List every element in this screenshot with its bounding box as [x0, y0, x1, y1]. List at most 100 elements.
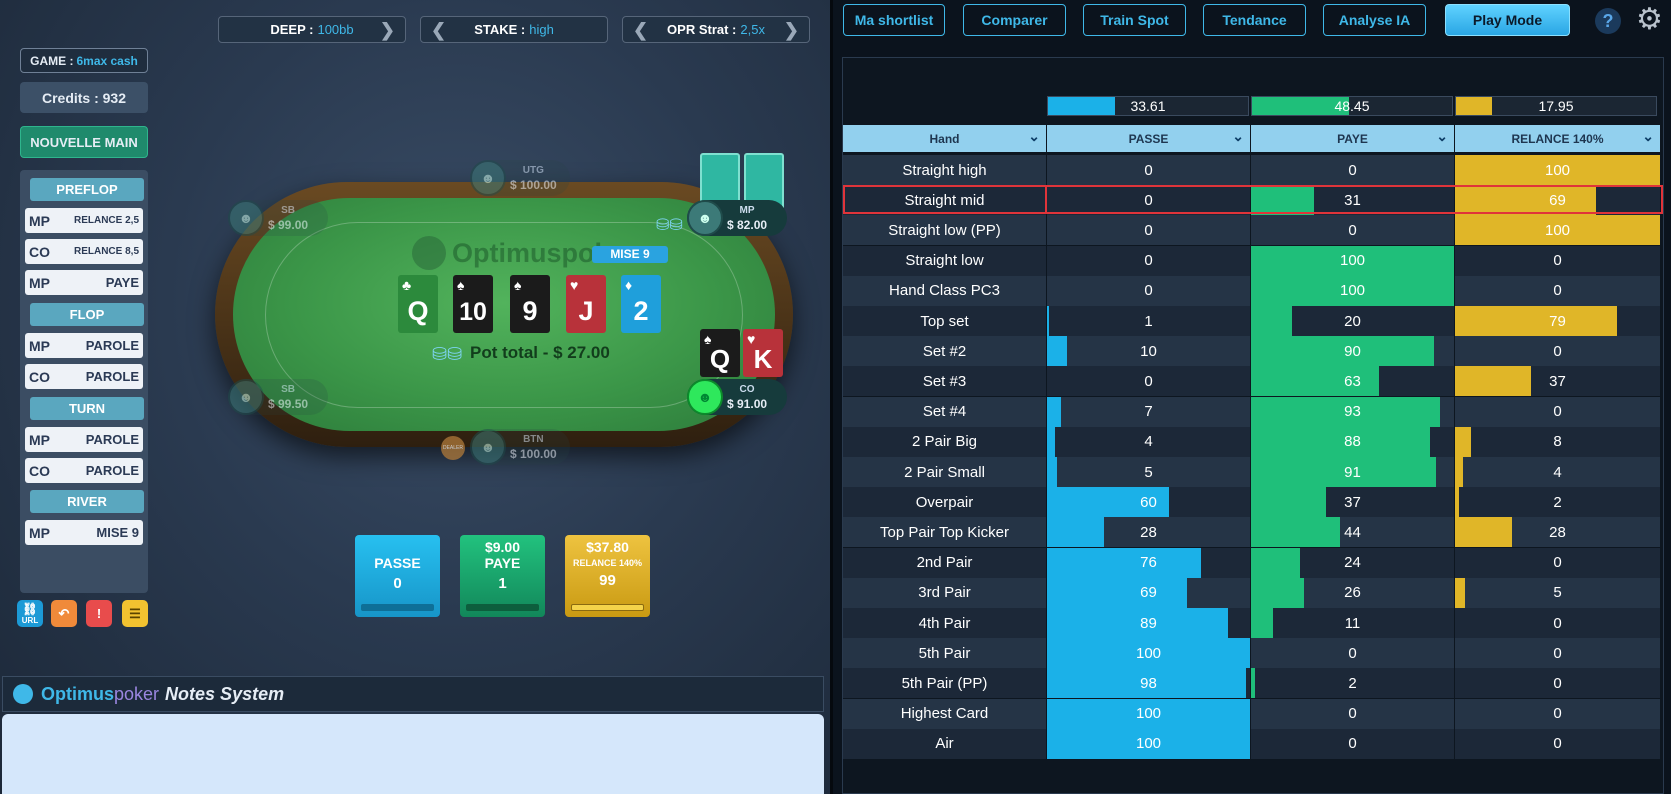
- column-header-1[interactable]: PASSE ⌄: [1047, 125, 1251, 152]
- table-row[interactable]: Set #3 0 63 37: [843, 366, 1663, 397]
- table-row[interactable]: Straight high 0 0 100: [843, 155, 1663, 185]
- opr-strat-selector[interactable]: ❮ OPR Strat :2,5x ❯: [622, 16, 810, 43]
- table-row[interactable]: Air 100 0 0: [843, 728, 1663, 759]
- card-rank: Q: [709, 344, 731, 374]
- hand-class-cell: Set #4: [843, 396, 1047, 427]
- relance-cell: 0: [1455, 275, 1661, 306]
- shortlist-button[interactable]: Ma shortlist: [843, 4, 945, 36]
- strategy-grid: Freq 33.6148.4517.95 Hand⌄PASSE⌄PAYE⌄REL…: [842, 57, 1664, 794]
- table-row[interactable]: 2 Pair Big 4 88 8: [843, 426, 1663, 457]
- table-row[interactable]: Top set 1 20 79: [843, 306, 1663, 336]
- notes-textarea[interactable]: [2, 714, 824, 794]
- compare-button[interactable]: Comparer: [963, 4, 1066, 36]
- suit-icon: ♠: [704, 331, 712, 347]
- table-row[interactable]: 5th Pair (PP) 98 2 0: [843, 668, 1663, 699]
- chevron-left-icon[interactable]: ❮: [431, 20, 446, 41]
- table-row[interactable]: 4th Pair 89 11 0: [843, 608, 1663, 638]
- fold-frequency: 0: [393, 575, 402, 592]
- new-hand-button[interactable]: NOUVELLE MAIN: [20, 126, 148, 158]
- notes-title: Notes System: [165, 683, 285, 704]
- call-button[interactable]: $9.00 PAYE 1: [460, 535, 545, 617]
- history-move: PAYE: [105, 275, 139, 290]
- credits-display: Credits : 932: [20, 82, 148, 113]
- passe-value: 60: [1140, 493, 1157, 511]
- paye-cell: 31: [1251, 185, 1455, 216]
- chevron-down-icon[interactable]: ⌄: [1028, 128, 1040, 145]
- table-row[interactable]: Set #4 7 93 0: [843, 396, 1663, 427]
- history-item: MP PAYE: [25, 270, 143, 295]
- chevron-down-icon[interactable]: ⌄: [1436, 128, 1448, 145]
- raise-button[interactable]: $37.80 RELANCE 140% 99: [565, 535, 650, 617]
- trend-button[interactable]: Tendance: [1203, 4, 1306, 36]
- paye-value: 20: [1344, 312, 1361, 330]
- table-row[interactable]: Highest Card 100 0 0: [843, 698, 1663, 729]
- table-row[interactable]: Set #2 10 90 0: [843, 336, 1663, 367]
- play-mode-button[interactable]: Play Mode: [1445, 4, 1570, 36]
- grid-header: Hand ⌄ PASSE ⌄ PAYE ⌄ RELANCE 140% ⌄: [843, 125, 1663, 152]
- paye-cell: 63: [1251, 366, 1455, 397]
- relance-value: 37: [1549, 372, 1566, 390]
- table-row[interactable]: 2nd Pair 76 24 0: [843, 547, 1663, 578]
- freq-segment-paye: 48.45: [1251, 96, 1453, 116]
- paye-value: 2: [1348, 674, 1357, 692]
- paye-value: 90: [1344, 342, 1361, 360]
- chips-icon: ⛁⛁: [656, 217, 683, 234]
- train-spot-button[interactable]: Train Spot: [1083, 4, 1186, 36]
- raise-label: RELANCE 140%: [572, 558, 643, 568]
- chevron-left-icon[interactable]: ❮: [633, 20, 648, 41]
- hand-class-cell: Air: [843, 728, 1047, 759]
- column-header-3[interactable]: RELANCE 140% ⌄: [1455, 125, 1661, 152]
- chevron-down-icon[interactable]: ⌄: [1642, 128, 1654, 145]
- passe-value: 0: [1144, 372, 1153, 390]
- relance-fill: [1455, 185, 1597, 216]
- passe-cell: 89: [1047, 608, 1251, 638]
- table-row[interactable]: Straight low 0 100 0: [843, 245, 1663, 276]
- deep-selector[interactable]: DEEP :100bb ❯: [218, 16, 406, 43]
- chevron-right-icon[interactable]: ❯: [380, 20, 395, 41]
- card-rank: 2: [633, 296, 649, 326]
- fold-button[interactable]: PASSE 0: [355, 535, 440, 617]
- passe-value: 100: [1135, 735, 1162, 753]
- notes-icon[interactable]: ☰: [122, 600, 148, 627]
- link-icon[interactable]: ⛓ URL: [17, 600, 43, 627]
- column-header-label: PASSE: [1128, 131, 1169, 146]
- stake-key: STAKE :: [474, 22, 526, 37]
- raise-frequency: 99: [599, 572, 616, 589]
- table-row[interactable]: Top Pair Top Kicker 28 44 28: [843, 517, 1663, 548]
- table-row[interactable]: Straight mid 0 31 69: [843, 185, 1663, 216]
- stake-selector[interactable]: ❮ STAKE : high: [420, 16, 608, 43]
- paye-fill: [1251, 426, 1430, 457]
- notes-brand-1: Optimus: [41, 683, 115, 704]
- table-row[interactable]: 3rd Pair 69 26 5: [843, 577, 1663, 608]
- paye-cell: 0: [1251, 728, 1455, 759]
- chevron-right-icon[interactable]: ❯: [784, 20, 799, 41]
- seat-name: SB: [281, 384, 295, 395]
- passe-cell: 28: [1047, 517, 1251, 548]
- table-row[interactable]: Overpair 60 37 2: [843, 487, 1663, 518]
- gear-icon[interactable]: ⚙: [1636, 4, 1663, 36]
- logo-text-1: Optimus: [452, 237, 562, 268]
- relance-value: 100: [1544, 221, 1571, 239]
- table-row[interactable]: Straight low (PP) 0 0 100: [843, 215, 1663, 246]
- relance-cell: 0: [1455, 396, 1661, 427]
- passe-value: 0: [1144, 252, 1153, 270]
- undo-icon[interactable]: ↶: [51, 600, 77, 627]
- relance-cell: 0: [1455, 638, 1661, 669]
- table-row[interactable]: Hand Class PC3 0 100 0: [843, 275, 1663, 306]
- column-header-0[interactable]: Hand ⌄: [843, 125, 1047, 152]
- alert-icon[interactable]: !: [86, 600, 112, 627]
- passe-value: 76: [1140, 554, 1157, 572]
- suit-icon: ♣: [402, 277, 412, 293]
- suit-icon: ♦: [625, 277, 633, 293]
- chevron-down-icon[interactable]: ⌄: [1232, 128, 1244, 145]
- table-row[interactable]: 2 Pair Small 5 91 4: [843, 457, 1663, 487]
- hero-card: ♠ Q: [700, 329, 740, 377]
- column-header-2[interactable]: PAYE ⌄: [1251, 125, 1455, 152]
- hand-class-cell: Straight high: [843, 155, 1047, 185]
- help-icon[interactable]: ?: [1595, 8, 1621, 34]
- ai-analysis-button[interactable]: Analyse IA: [1323, 4, 1426, 36]
- relance-cell: 0: [1455, 245, 1661, 276]
- paye-cell: 44: [1251, 517, 1455, 548]
- seat-sb-bottom: ☻ SB $ 99.50: [228, 379, 328, 415]
- table-row[interactable]: 5th Pair 100 0 0: [843, 638, 1663, 669]
